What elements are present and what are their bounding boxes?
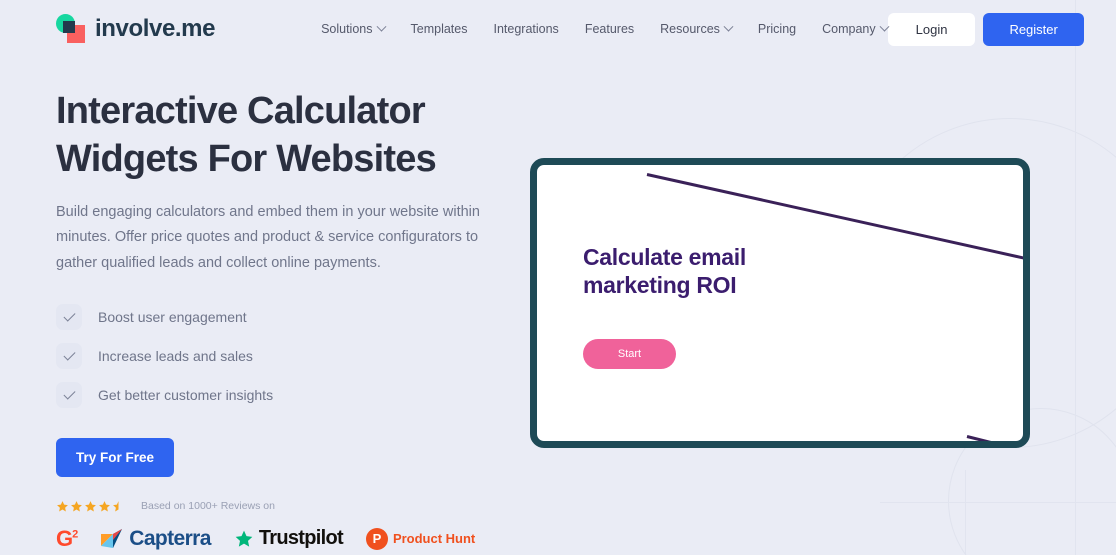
product-hunt-logo[interactable]: P Product Hunt [365,527,476,550]
brand-logo[interactable]: involve.me [56,14,215,44]
nav-item-features[interactable]: Features [585,22,634,36]
calculator-title: Calculate email marketing ROI [583,243,746,299]
trustpilot-logo[interactable]: Trustpilot [234,527,344,550]
capterra-logo[interactable]: Capterra [100,527,211,551]
hero-visual: Calculate email marketing ROI Start [526,58,1060,551]
nav-item-company[interactable]: Company [822,21,890,36]
nav-label-company: Company [822,22,876,36]
check-icon [56,342,82,369]
nav-item-solutions[interactable]: Solutions [321,21,386,36]
nav-item-integrations[interactable]: Integrations [493,22,558,36]
page-title: Interactive Calculator Widgets For Websi… [56,88,526,184]
login-button[interactable]: Login [887,12,976,46]
nav-label-templates: Templates [410,22,468,36]
site-header: involve.me Solutions Templates Integrati… [0,0,1116,58]
hero-section: Interactive Calculator Widgets For Websi… [0,58,1116,551]
hero-title-line-1: Interactive Calculator [56,90,426,132]
capterra-logo-text: Capterra [129,526,211,550]
check-icon [56,303,82,330]
hero-content: Interactive Calculator Widgets For Websi… [56,58,526,551]
logo-square-dark-shape [63,21,75,33]
star-icon [57,500,68,512]
nav-label-pricing: Pricing [757,22,797,36]
star-rating [56,500,125,513]
nav-item-templates[interactable]: Templates [411,22,468,36]
hero-subtitle: Build engaging calculators and embed the… [56,203,480,271]
star-icon [99,500,110,512]
nav-label-integrations: Integrations [493,22,559,36]
product-hunt-logo-text: Product Hunt [392,531,476,547]
try-for-free-button[interactable]: Try For Free [56,437,175,477]
checklist-item: Increase leads and sales [56,342,526,369]
product-hunt-logo-icon: P [365,527,388,550]
calculator-title-line-1: Calculate email [583,244,746,270]
main-navigation: Solutions Templates Integrations Feature… [321,21,890,36]
involve-logo-icon [56,14,86,44]
hero-title-line-2: Widgets For Websites [56,137,437,180]
g2-logo[interactable]: G2 [56,525,78,551]
star-icon [71,500,82,512]
rating-row: Based on 1000+ Reviews on [56,500,526,513]
calculator-title-line-2: marketing ROI [583,272,737,299]
chevron-down-icon [376,21,386,32]
decorative-diagonal-line [966,435,1023,441]
checklist-label: Get better customer insights [98,386,274,403]
calculator-card-inner: Calculate email marketing ROI Start [537,165,1023,441]
calculator-preview-card: Calculate email marketing ROI Start [530,158,1030,448]
check-icon [56,381,82,408]
star-icon [85,500,96,512]
rating-text: Based on 1000+ Reviews on [141,500,275,513]
trustpilot-star-icon [235,530,253,547]
nav-label-features: Features [584,22,635,36]
review-platform-logos: G2 Capterra Trustpilot P Product Hunt [56,527,526,551]
checklist-label: Boost user engagement [98,308,247,325]
star-half-icon [113,500,119,512]
page-root: involve.me Solutions Templates Integrati… [0,0,1116,555]
checklist-label: Increase leads and sales [98,347,253,364]
checklist-item: Get better customer insights [56,381,526,408]
trustpilot-logo-text: Trustpilot [258,527,344,550]
brand-name: involve.me [95,15,216,42]
calculator-start-button[interactable]: Start [583,339,676,369]
nav-item-pricing[interactable]: Pricing [758,22,796,36]
nav-item-resources[interactable]: Resources [660,21,734,36]
auth-buttons: Login Register [887,12,1084,46]
g2-logo-icon: G2 [56,525,78,551]
nav-label-solutions: Solutions [321,22,373,36]
chevron-down-icon [723,21,734,32]
capterra-logo-icon [101,528,123,548]
register-button[interactable]: Register [983,12,1084,46]
nav-label-resources: Resources [660,22,720,36]
checklist-item: Boost user engagement [56,303,526,330]
feature-checklist: Boost user engagement Increase leads and… [56,303,526,408]
